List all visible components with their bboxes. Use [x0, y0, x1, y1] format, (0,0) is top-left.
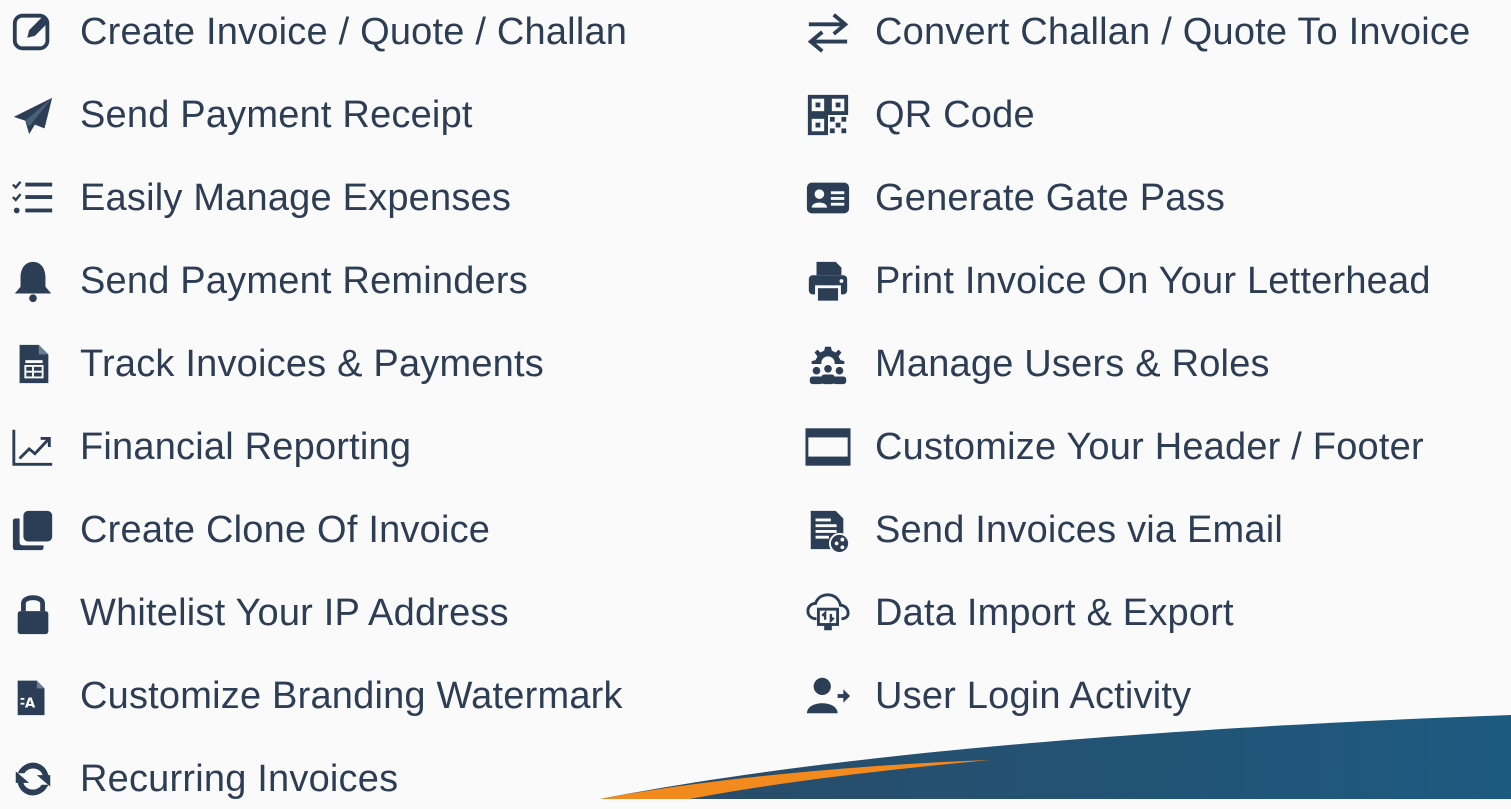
feature-label: Create Invoice / Quote / Challan: [80, 10, 628, 53]
qr-code-icon: [805, 91, 853, 139]
watermark-file-icon: A: [10, 672, 58, 720]
sync-icon: [10, 755, 58, 803]
copy-icon: [10, 506, 58, 554]
feature-label: Data Import & Export: [875, 591, 1234, 634]
feature-gate-pass: Generate Gate Pass: [805, 168, 1225, 228]
cloud-sync-icon: [805, 589, 853, 637]
svg-text:A: A: [25, 697, 36, 712]
feature-create-invoice: Create Invoice / Quote / Challan: [10, 2, 627, 62]
document-table-icon: [10, 340, 58, 388]
feature-clone-invoice: Create Clone Of Invoice: [10, 500, 490, 560]
feature-label: Easily Manage Expenses: [80, 176, 512, 219]
feature-send-payment-receipt: Send Payment Receipt: [10, 85, 473, 145]
feature-send-invoice-email: Send Invoices via Email: [805, 500, 1283, 560]
feature-label: Print Invoice On Your Letterhead: [875, 259, 1431, 302]
layout-window-icon: [805, 423, 853, 471]
feature-print-letterhead: Print Invoice On Your Letterhead: [805, 251, 1431, 311]
feature-label: Convert Challan / Quote To Invoice: [875, 10, 1471, 53]
user-login-icon: [805, 672, 853, 720]
feature-label: Customize Your Header / Footer: [875, 425, 1424, 468]
checklist-icon: [10, 174, 58, 222]
feature-label: Whitelist Your IP Address: [80, 591, 509, 634]
bell-icon: [10, 257, 58, 305]
feature-label: Send Invoices via Email: [875, 508, 1284, 551]
paper-plane-icon: [10, 91, 58, 139]
feature-track-invoices: Track Invoices & Payments: [10, 334, 544, 394]
lock-icon: [10, 589, 58, 637]
edit-icon: [10, 8, 58, 56]
feature-whitelist-ip: Whitelist Your IP Address: [10, 583, 509, 643]
invoice-share-icon: [805, 506, 853, 554]
feature-users-roles: Manage Users & Roles: [805, 334, 1270, 394]
users-gear-icon: [805, 340, 853, 388]
feature-label: Send Payment Reminders: [80, 259, 528, 302]
feature-user-login-activity: User Login Activity: [805, 666, 1191, 726]
feature-label: Recurring Invoices: [80, 757, 399, 800]
feature-label: Send Payment Receipt: [80, 93, 473, 136]
feature-label: User Login Activity: [875, 674, 1192, 717]
feature-financial-reporting: Financial Reporting: [10, 417, 411, 477]
feature-label: Generate Gate Pass: [875, 176, 1226, 219]
swap-arrows-icon: [805, 8, 853, 56]
feature-label: Financial Reporting: [80, 425, 412, 468]
feature-manage-expenses: Easily Manage Expenses: [10, 168, 511, 228]
feature-data-import-export: Data Import & Export: [805, 583, 1234, 643]
feature-header-footer: Customize Your Header / Footer: [805, 417, 1424, 477]
id-card-icon: [805, 174, 853, 222]
feature-branding-watermark: A Customize Branding Watermark: [10, 666, 623, 726]
feature-label: Customize Branding Watermark: [80, 674, 623, 717]
chart-trend-icon: [10, 423, 58, 471]
feature-label: Track Invoices & Payments: [80, 342, 544, 385]
feature-payment-reminders: Send Payment Reminders: [10, 251, 528, 311]
feature-label: Manage Users & Roles: [875, 342, 1270, 385]
feature-label: Create Clone Of Invoice: [80, 508, 491, 551]
feature-qr-code: QR Code: [805, 85, 1035, 145]
printer-icon: [805, 257, 853, 305]
feature-recurring-invoices: Recurring Invoices: [10, 749, 398, 809]
feature-convert-challan: Convert Challan / Quote To Invoice: [805, 2, 1470, 62]
feature-label: QR Code: [875, 93, 1035, 136]
